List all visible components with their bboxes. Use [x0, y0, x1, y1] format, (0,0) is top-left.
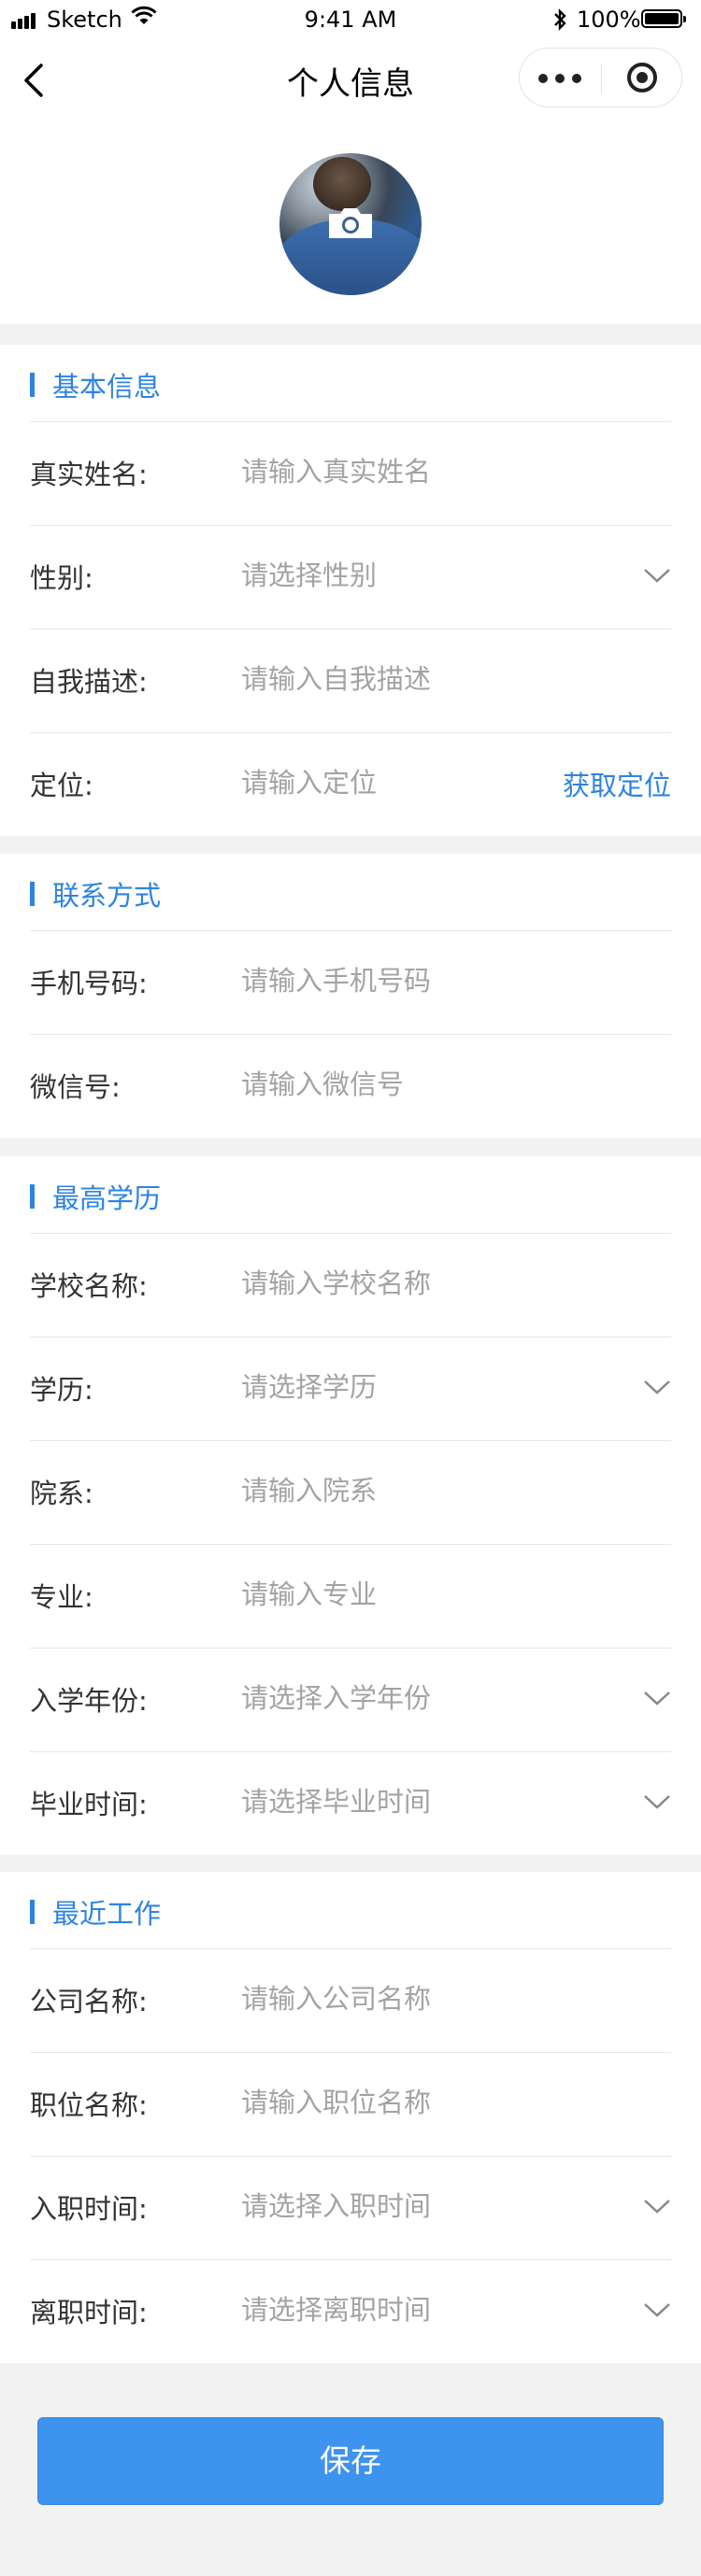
- form-row-phone: 手机号码:: [0, 930, 701, 1034]
- bluetooth-icon: [552, 7, 567, 37]
- form-row-graduation-time: 毕业时间:: [0, 1751, 701, 1855]
- avatar-section: [0, 123, 701, 324]
- section-header: 基本信息: [0, 345, 701, 421]
- get-location-button[interactable]: 获取定位: [563, 764, 671, 803]
- enroll-year-select[interactable]: [241, 1670, 596, 1726]
- field-label: 真实姓名:: [30, 459, 148, 490]
- form-row-self-description: 自我描述:: [0, 629, 701, 732]
- field-label: 入职时间:: [30, 2193, 148, 2225]
- form-row-school: 学校名称:: [0, 1233, 701, 1337]
- company-input[interactable]: [241, 1971, 596, 2027]
- field-label: 学校名称:: [30, 1270, 148, 1302]
- chevron-down-icon[interactable]: [643, 1378, 671, 1396]
- wechat-input[interactable]: [241, 1056, 596, 1112]
- degree-select[interactable]: [241, 1359, 596, 1415]
- form-row-wechat: 微信号:: [0, 1034, 701, 1138]
- field-label: 职位名称:: [30, 2089, 148, 2121]
- section-accent-bar: [30, 882, 35, 906]
- chevron-down-icon[interactable]: [643, 566, 671, 585]
- department-input[interactable]: [241, 1463, 596, 1519]
- form-row-real-name: 真实姓名:: [0, 421, 701, 525]
- section-title: 联系方式: [52, 880, 162, 912]
- battery-percent: 100%: [577, 7, 641, 33]
- close-target-icon[interactable]: [602, 49, 682, 106]
- section-education: 最高学历 学校名称: 学历: 院系: 专业: 入学年份: 毕业时间:: [0, 1156, 701, 1855]
- form-row-company: 公司名称:: [0, 1948, 701, 2052]
- section-title: 最近工作: [52, 1898, 162, 1930]
- location-input[interactable]: [241, 755, 540, 811]
- field-label: 毕业时间:: [30, 1789, 148, 1820]
- form-row-enroll-year: 入学年份:: [0, 1648, 701, 1751]
- save-button[interactable]: 保存: [37, 2417, 664, 2505]
- form-row-degree: 学历:: [0, 1337, 701, 1440]
- camera-icon: [326, 206, 375, 240]
- form-row-location: 定位: 获取定位: [0, 732, 701, 836]
- field-label: 性别:: [30, 562, 93, 594]
- major-input[interactable]: [241, 1566, 596, 1622]
- form-row-end-date: 离职时间:: [0, 2259, 701, 2363]
- form-row-department: 院系:: [0, 1440, 701, 1544]
- section-accent-bar: [30, 1900, 35, 1924]
- section-recent-work: 最近工作 公司名称: 职位名称: 入职时间: 离职时间:: [0, 1872, 701, 2363]
- section-accent-bar: [30, 1184, 35, 1209]
- field-label: 院系:: [30, 1478, 93, 1509]
- form-row-major: 专业:: [0, 1544, 701, 1648]
- chevron-down-icon[interactable]: [643, 1792, 671, 1811]
- field-label: 自我描述:: [30, 666, 148, 698]
- section-basic-info: 基本信息 真实姓名: 性别: 自我描述: 定位: 获取定位: [0, 345, 701, 836]
- field-label: 离职时间:: [30, 2297, 148, 2328]
- section-contact: 联系方式 手机号码: 微信号:: [0, 854, 701, 1138]
- chevron-down-icon[interactable]: [643, 2197, 671, 2215]
- chevron-down-icon[interactable]: [643, 1689, 671, 1707]
- phone-input[interactable]: [241, 953, 596, 1009]
- position-input[interactable]: [241, 2074, 596, 2130]
- self-description-input[interactable]: [241, 651, 596, 707]
- form-row-gender: 性别:: [0, 525, 701, 629]
- nav-bar: 个人信息: [0, 41, 701, 123]
- section-header: 最高学历: [0, 1156, 701, 1233]
- school-input[interactable]: [241, 1255, 596, 1311]
- avatar[interactable]: [279, 153, 422, 295]
- section-accent-bar: [30, 373, 35, 397]
- section-header: 联系方式: [0, 854, 701, 930]
- form-row-position: 职位名称:: [0, 2052, 701, 2156]
- end-date-select[interactable]: [241, 2282, 596, 2338]
- field-label: 专业:: [30, 1581, 93, 1613]
- battery-icon: [641, 9, 686, 28]
- form-row-start-date: 入职时间:: [0, 2156, 701, 2259]
- field-label: 定位:: [30, 770, 93, 801]
- more-icon[interactable]: [520, 49, 601, 106]
- section-title: 基本信息: [52, 371, 162, 403]
- gender-select[interactable]: [241, 547, 596, 603]
- field-label: 微信号:: [30, 1071, 121, 1103]
- field-label: 手机号码:: [30, 968, 148, 999]
- field-label: 公司名称:: [30, 1986, 148, 2017]
- section-header: 最近工作: [0, 1872, 701, 1948]
- chevron-down-icon[interactable]: [643, 2300, 671, 2319]
- avatar-photo-head: [313, 157, 371, 211]
- field-label: 学历:: [30, 1374, 93, 1406]
- section-title: 最高学历: [52, 1182, 162, 1214]
- field-label: 入学年份:: [30, 1685, 148, 1717]
- start-date-select[interactable]: [241, 2178, 596, 2234]
- graduation-time-select[interactable]: [241, 1774, 596, 1830]
- mini-program-capsule: [519, 48, 682, 107]
- real-name-input[interactable]: [241, 444, 596, 500]
- status-bar: Sketch 9:41 AM 100%: [0, 0, 701, 41]
